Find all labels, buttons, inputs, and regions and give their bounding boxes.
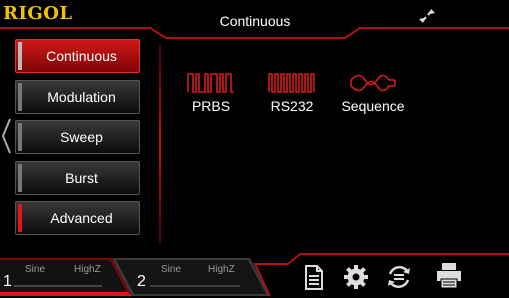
prbs-label: PRBS [191,98,231,114]
usb-connection-icon[interactable] [416,6,438,26]
menu-item-advanced[interactable]: Advanced [15,201,140,235]
vertical-divider [159,44,161,244]
menu-item-modulation[interactable]: Modulation [15,80,140,114]
sequence-wave-icon [350,74,396,92]
document-icon[interactable] [298,262,328,292]
menu-indicator [18,204,22,232]
menu-indicator [18,164,22,192]
sequence-option[interactable]: Sequence [337,72,409,114]
prbs-option[interactable]: PRBS [175,72,247,114]
menu-item-burst[interactable]: Burst [15,161,140,195]
rs232-wave-icon [268,73,315,93]
sequence-label: Sequence [341,98,405,114]
menu-indicator [18,83,22,111]
menu-indicator [18,42,22,70]
channel-2-wave: Sine [161,264,182,275]
rs232-label: RS232 [270,98,314,114]
channel-2-impedance: HighZ [208,264,235,275]
menu-item-label: Continuous [46,48,117,64]
gear-icon[interactable] [341,262,371,292]
rs232-option[interactable]: RS232 [256,72,328,114]
channel-1-wave: Sine [25,264,46,275]
back-arrow-icon[interactable] [0,117,12,155]
channel-1-impedance: HighZ [74,264,101,275]
menu-item-sweep[interactable]: Sweep [15,120,140,154]
menu-item-label: Advanced [50,210,113,226]
menu-item-continuous[interactable]: Continuous [15,39,140,73]
bottom-bar [0,253,509,297]
utility-icon[interactable] [384,262,414,292]
channel-1-number[interactable]: 1 [3,273,12,291]
prbs-wave-icon [187,73,234,93]
menu-indicator [18,123,22,151]
page-title: Continuous [219,13,291,29]
menu-item-label: Modulation [47,89,116,105]
channel-2-number[interactable]: 2 [137,273,146,291]
menu-item-label: Burst [65,170,98,186]
menu-item-label: Sweep [60,129,103,145]
print-icon[interactable] [434,260,464,290]
